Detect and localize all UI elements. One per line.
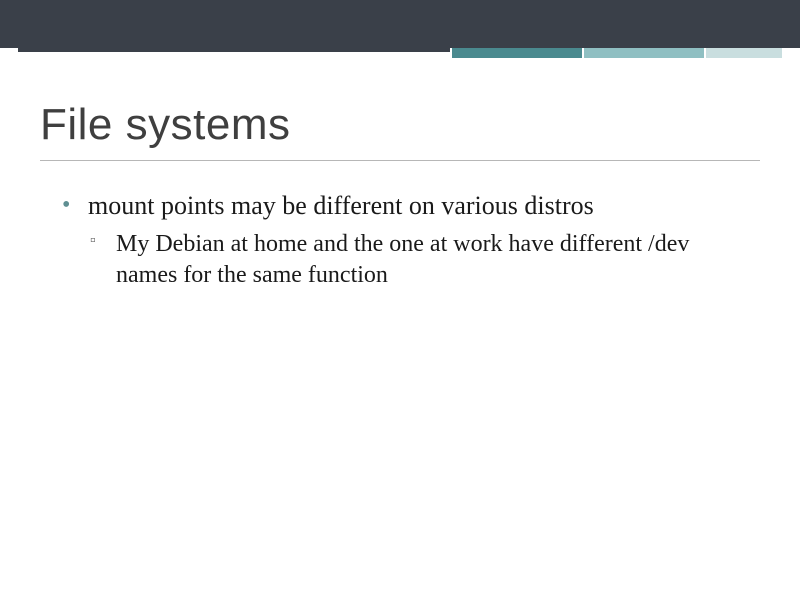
accent-segment-1	[18, 48, 450, 52]
slide-body: mount points may be different on various…	[60, 190, 760, 291]
bullet-level-1: mount points may be different on various…	[60, 190, 760, 223]
accent-segment-2	[452, 48, 582, 58]
slide: File systems mount points may be differe…	[0, 0, 800, 600]
top-bar	[0, 0, 800, 48]
accent-row	[0, 48, 800, 58]
bullet-level-2: My Debian at home and the one at work ha…	[88, 229, 728, 291]
accent-segment-3	[584, 48, 704, 58]
accent-segment-4	[706, 48, 782, 58]
slide-title: File systems	[40, 100, 290, 150]
title-underline	[40, 160, 760, 161]
